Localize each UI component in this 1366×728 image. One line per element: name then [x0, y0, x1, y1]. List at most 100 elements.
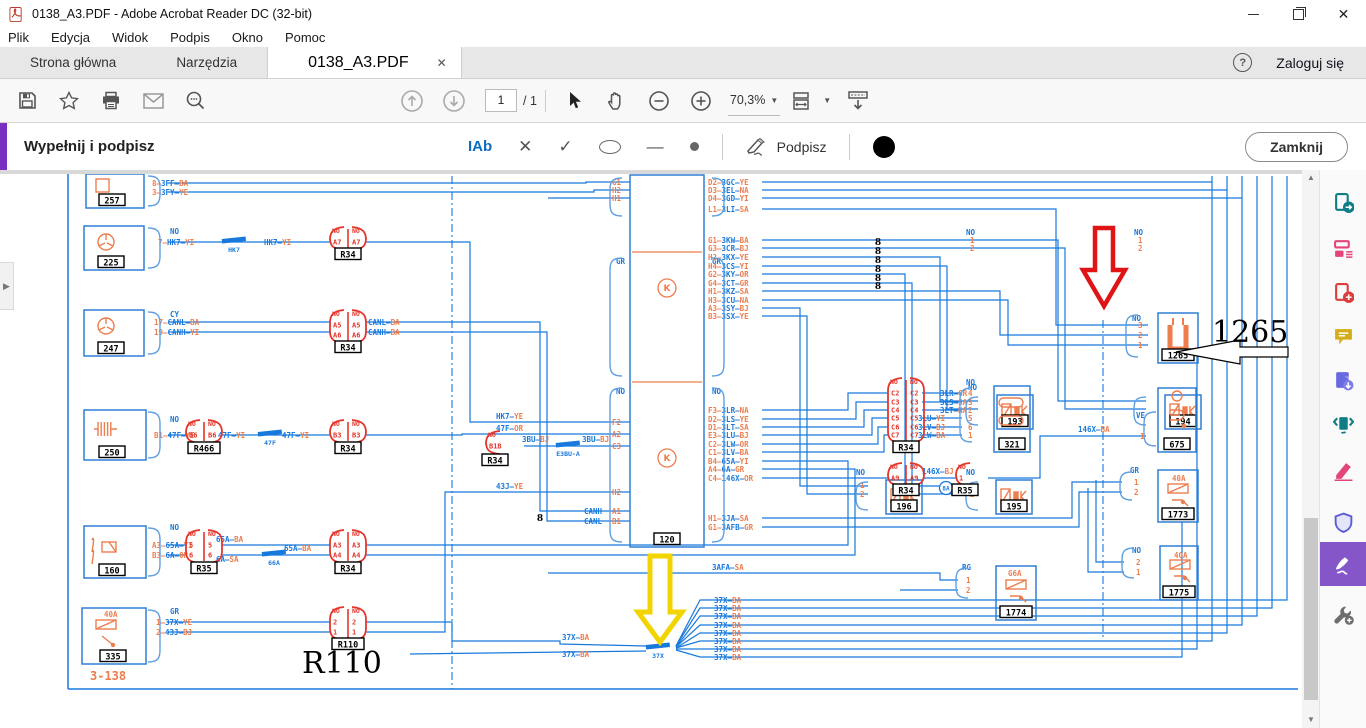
- diagram-label: A5: [333, 322, 341, 330]
- sign-in-link[interactable]: Zaloguj się: [1276, 55, 1344, 71]
- diagram-label: R34: [898, 487, 913, 497]
- wire-label: NO: [170, 227, 180, 236]
- tab-bar: Strona główna Narzędzia 0138_A3.PDF ✕ ? …: [0, 47, 1366, 79]
- wire-label: D4–3GD–YI: [708, 194, 749, 203]
- help-icon[interactable]: ?: [1233, 53, 1253, 72]
- sign-label: Podpisz: [776, 138, 827, 155]
- convert-pdf-icon: [1335, 371, 1353, 390]
- wiring-diagram: 8–3FF–BA3–3FY–YENO7–HK7–YI HK7–YICY17–CAN…: [0, 170, 1302, 728]
- diagram-label: E3BU-A: [556, 450, 580, 458]
- crossmark-tool[interactable]: ✕: [518, 137, 532, 157]
- wire-label: NO: [856, 468, 866, 477]
- wire-label: 47F–OR: [496, 424, 524, 433]
- diagram-label: C7: [910, 432, 918, 440]
- create-pdf-tool[interactable]: [1320, 270, 1366, 314]
- fit-width-icon: [793, 91, 810, 110]
- zoom-level-select[interactable]: 70,3% ▼: [727, 85, 781, 116]
- wire-label: HK7–YI: [264, 238, 291, 247]
- document-canvas[interactable]: 8–3FF–BA 3–3FY–YE NO 7–HK7–YI HK7–YI CY 17–CAN…: [0, 170, 1302, 728]
- close-button[interactable]: ✕: [1321, 0, 1366, 28]
- diagram-label: R466: [194, 445, 214, 455]
- diagram-label: B6: [208, 432, 216, 440]
- dot-tool[interactable]: [689, 142, 699, 151]
- scroll-down-icon[interactable]: ▼: [1302, 712, 1320, 728]
- close-fill-sign-button[interactable]: Zamknij: [1245, 132, 1348, 162]
- fill-sign-tools: IAb ✕ ✓ — Podpisz: [455, 123, 908, 170]
- favorite-button[interactable]: [54, 86, 84, 116]
- wire-label: A4–6A–GR: [708, 465, 745, 474]
- diagram-label: B3: [333, 432, 341, 440]
- print-button[interactable]: [96, 86, 126, 116]
- comment-tool[interactable]: [1320, 314, 1366, 358]
- vertical-scrollbar[interactable]: ▲ ▼: [1302, 170, 1320, 728]
- organize-pages-tool[interactable]: [1320, 226, 1366, 270]
- save-button[interactable]: [12, 86, 42, 116]
- convert-pdf-tool[interactable]: [1320, 358, 1366, 402]
- wire-label: CANH: [584, 507, 603, 516]
- wire-label: 8–3FF–BA: [152, 179, 189, 188]
- tab-document[interactable]: 0138_A3.PDF ✕: [267, 47, 462, 78]
- menu-podpis[interactable]: Podpis: [170, 30, 210, 45]
- diagram-label: R34: [340, 565, 355, 575]
- arrow-up-icon: [401, 89, 423, 112]
- fill-sign-icon: [1335, 556, 1348, 575]
- wire-label: 3LU–YI: [918, 414, 945, 423]
- fill-sign-tool[interactable]: [1320, 542, 1366, 586]
- fill-sign-toolbar: Wypełnij i podpisz IAb ✕ ✓ — Podpisz Zamknij: [0, 123, 1366, 171]
- more-tools-icon: [1333, 606, 1354, 625]
- checkmark-tool[interactable]: ✓: [558, 137, 572, 157]
- scrollbar-thumb[interactable]: [1304, 518, 1318, 700]
- zoom-in-button[interactable]: [686, 86, 716, 116]
- diagram-label: C2: [910, 390, 918, 398]
- next-page-button[interactable]: [439, 86, 469, 116]
- add-text-tool[interactable]: IAb: [468, 138, 492, 155]
- diagram-label: NO: [332, 310, 340, 318]
- diagram-label: 8: [537, 514, 543, 524]
- protect-tool[interactable]: [1320, 500, 1366, 544]
- menu-widok[interactable]: Widok: [112, 30, 148, 45]
- search-button[interactable]: [180, 86, 210, 116]
- zoom-out-button[interactable]: [644, 86, 674, 116]
- line-tool[interactable]: —: [647, 137, 664, 157]
- tab-tools[interactable]: Narzędzia: [146, 47, 267, 78]
- wire-label: H1–3KZ–SA: [708, 287, 749, 296]
- maximize-button[interactable]: [1276, 0, 1321, 28]
- fountain-pen-icon: [746, 137, 765, 156]
- tab-home[interactable]: Strona główna: [0, 47, 146, 78]
- navigation-pane-toggle[interactable]: ▶: [0, 262, 14, 310]
- more-tools-tool[interactable]: [1320, 592, 1366, 636]
- wire-label: 47F–YI: [282, 431, 309, 440]
- menu-edycja[interactable]: Edycja: [51, 30, 90, 45]
- color-swatch[interactable]: [873, 135, 896, 158]
- minus-circle-icon: [649, 90, 669, 111]
- redact-tool[interactable]: [1320, 448, 1366, 492]
- wire-label: 2: [860, 490, 865, 499]
- wire-label: 3BU–BJ: [522, 435, 549, 444]
- page-fit-button[interactable]: ▼: [792, 86, 831, 116]
- wire-label: 1: [1134, 478, 1139, 487]
- wire-label: 2: [1138, 331, 1143, 340]
- comment-icon: [1334, 328, 1352, 344]
- sign-tool[interactable]: Podpisz: [746, 137, 827, 156]
- select-tool-button[interactable]: [560, 86, 590, 116]
- circle-tool[interactable]: [598, 139, 621, 154]
- scan-ocr-tool[interactable]: [1320, 403, 1366, 447]
- restore-icon: [1293, 6, 1306, 20]
- diagram-label: 120: [659, 536, 674, 546]
- wire-label: H1: [612, 194, 622, 203]
- menu-okno[interactable]: Okno: [232, 30, 263, 45]
- diagram-label: 3-138: [90, 669, 126, 683]
- email-button[interactable]: [138, 86, 168, 116]
- diagram-label: 5: [189, 542, 193, 550]
- reading-mode-button[interactable]: [843, 86, 873, 116]
- previous-page-button[interactable]: [397, 86, 427, 116]
- menu-plik[interactable]: Plik: [8, 30, 29, 45]
- hand-tool-button[interactable]: [602, 86, 632, 116]
- export-pdf-tool[interactable]: [1320, 180, 1366, 224]
- page-number-input[interactable]: 1: [485, 89, 517, 112]
- doc-tab-close-icon[interactable]: ✕: [437, 56, 447, 70]
- menu-pomoc[interactable]: Pomoc: [285, 30, 325, 45]
- wire-label: 7–HK7–YI: [158, 238, 194, 247]
- minimize-button[interactable]: [1231, 0, 1276, 28]
- scroll-up-icon[interactable]: ▲: [1302, 170, 1320, 186]
